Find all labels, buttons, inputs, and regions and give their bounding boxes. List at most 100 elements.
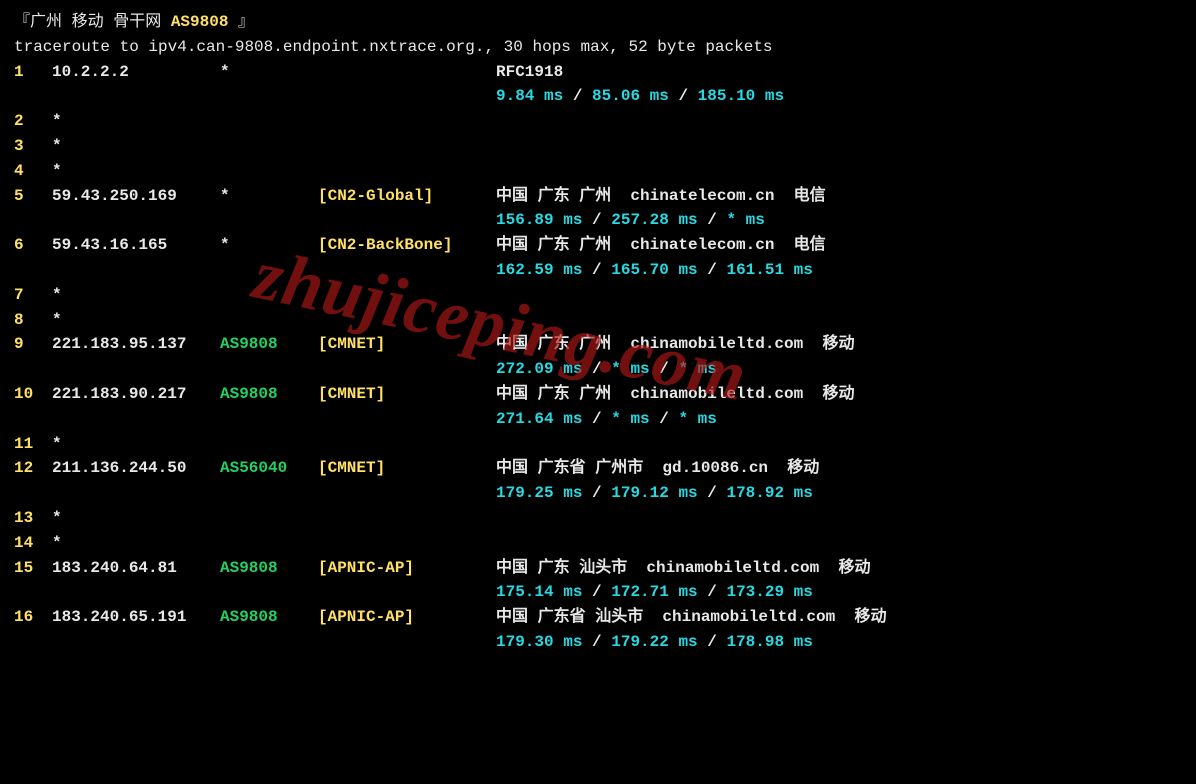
- hop-number: 12: [14, 456, 52, 481]
- hop-ip-star: *: [52, 435, 62, 453]
- hop-network: [APNIC-AP]: [318, 605, 496, 630]
- latency-separator: /: [563, 87, 592, 105]
- hop-latency: 257.28 ms: [611, 211, 697, 229]
- hop-row: 8*: [14, 308, 1182, 333]
- hop-location: RFC1918: [496, 63, 563, 81]
- hop-latency-line: 271.64 ms / * ms / * ms: [14, 407, 1182, 432]
- hop-ip: 59.43.250.169: [52, 184, 220, 209]
- traceroute-header: traceroute to ipv4.can-9808.endpoint.nxt…: [14, 35, 1182, 60]
- hop-location: 中国 广东 广州 chinatelecom.cn 电信: [496, 187, 826, 205]
- hop-line: 12211.136.244.50AS56040[CMNET]中国 广东省 广州市…: [14, 456, 1182, 481]
- hop-ip: 183.240.65.191: [52, 605, 220, 630]
- hop-latency-line: 162.59 ms / 165.70 ms / 161.51 ms: [14, 258, 1182, 283]
- hop-number: 9: [14, 332, 52, 357]
- hop-latency: 85.06 ms: [592, 87, 669, 105]
- hop-network: [CN2-Global]: [318, 184, 496, 209]
- latency-separator: /: [582, 261, 611, 279]
- hop-latency: 185.10 ms: [698, 87, 784, 105]
- hop-line: 14*: [14, 531, 1182, 556]
- hop-number: 11: [14, 432, 52, 457]
- hop-latency: * ms: [726, 211, 764, 229]
- hop-latency-line: 175.14 ms / 172.71 ms / 173.29 ms: [14, 580, 1182, 605]
- hop-row: 12211.136.244.50AS56040[CMNET]中国 广东省 广州市…: [14, 456, 1182, 506]
- hop-latency-line: 272.09 ms / * ms / * ms: [14, 357, 1182, 382]
- latency-separator: /: [698, 583, 727, 601]
- hop-number: 10: [14, 382, 52, 407]
- hop-row: 7*: [14, 283, 1182, 308]
- hop-number: 16: [14, 605, 52, 630]
- latency-separator: /: [582, 633, 611, 651]
- hop-asn: AS9808: [220, 556, 318, 581]
- hop-location: 中国 广东 广州 chinamobileltd.com 移动: [496, 385, 854, 403]
- hop-number: 6: [14, 233, 52, 258]
- hop-location: 中国 广东省 汕头市 chinamobileltd.com 移动: [496, 608, 886, 626]
- hop-location: 中国 广东省 广州市 gd.10086.cn 移动: [496, 459, 819, 477]
- latency-separator: /: [582, 484, 611, 502]
- hop-row: 110.2.2.2*RFC19189.84 ms / 85.06 ms / 18…: [14, 60, 1182, 110]
- hop-latency: 271.64 ms: [496, 410, 582, 428]
- hop-row: 4*: [14, 159, 1182, 184]
- latency-separator: /: [698, 633, 727, 651]
- hop-latency: 179.12 ms: [611, 484, 697, 502]
- hop-latency: 165.70 ms: [611, 261, 697, 279]
- hop-asn: AS56040: [220, 456, 318, 481]
- hop-location: 中国 广东 汕头市 chinamobileltd.com 移动: [496, 559, 870, 577]
- hop-ip: 221.183.95.137: [52, 332, 220, 357]
- hop-network: [CMNET]: [318, 382, 496, 407]
- hop-latency-line: 156.89 ms / 257.28 ms / * ms: [14, 208, 1182, 233]
- hop-latency-line: 9.84 ms / 85.06 ms / 185.10 ms: [14, 84, 1182, 109]
- hop-network: [CMNET]: [318, 332, 496, 357]
- hop-number: 14: [14, 531, 52, 556]
- hop-row: 559.43.250.169*[CN2-Global]中国 广东 广州 chin…: [14, 184, 1182, 234]
- hop-asn: *: [220, 184, 318, 209]
- title-close: 』: [228, 13, 254, 31]
- hop-row: 16183.240.65.191AS9808[APNIC-AP]中国 广东省 汕…: [14, 605, 1182, 655]
- hop-row: 14*: [14, 531, 1182, 556]
- hop-line: 559.43.250.169*[CN2-Global]中国 广东 广州 chin…: [14, 184, 1182, 209]
- title-asn: AS9808: [171, 13, 229, 31]
- hop-number: 4: [14, 159, 52, 184]
- hop-asn: *: [220, 60, 318, 85]
- hop-row: 659.43.16.165*[CN2-BackBone]中国 广东 广州 chi…: [14, 233, 1182, 283]
- hop-ip: 211.136.244.50: [52, 456, 220, 481]
- hop-latency: 272.09 ms: [496, 360, 582, 378]
- hop-line: 13*: [14, 506, 1182, 531]
- hop-number: 5: [14, 184, 52, 209]
- hop-number: 2: [14, 109, 52, 134]
- hop-ip-star: *: [52, 162, 62, 180]
- hop-ip: 59.43.16.165: [52, 233, 220, 258]
- hop-latency-line: 179.30 ms / 179.22 ms / 178.98 ms: [14, 630, 1182, 655]
- hop-latency: 179.25 ms: [496, 484, 582, 502]
- hop-latency: * ms: [678, 360, 716, 378]
- latency-separator: /: [582, 360, 611, 378]
- hop-number: 13: [14, 506, 52, 531]
- title-text: 广州 移动 骨干网: [30, 13, 171, 31]
- hop-number: 7: [14, 283, 52, 308]
- hop-line: 2*: [14, 109, 1182, 134]
- latency-separator: /: [669, 87, 698, 105]
- hop-line: 16183.240.65.191AS9808[APNIC-AP]中国 广东省 汕…: [14, 605, 1182, 630]
- hop-line: 11*: [14, 432, 1182, 457]
- hop-number: 3: [14, 134, 52, 159]
- latency-separator: /: [582, 583, 611, 601]
- hop-number: 8: [14, 308, 52, 333]
- hop-latency: 156.89 ms: [496, 211, 582, 229]
- hop-latency: * ms: [611, 360, 649, 378]
- latency-separator: /: [650, 410, 679, 428]
- latency-separator: /: [698, 211, 727, 229]
- hop-ip-star: *: [52, 137, 62, 155]
- hop-network: [CMNET]: [318, 456, 496, 481]
- hop-line: 15183.240.64.81AS9808[APNIC-AP]中国 广东 汕头市…: [14, 556, 1182, 581]
- hop-number: 15: [14, 556, 52, 581]
- hop-ip-star: *: [52, 509, 62, 527]
- latency-separator: /: [582, 410, 611, 428]
- latency-separator: /: [698, 484, 727, 502]
- hop-ip: 221.183.90.217: [52, 382, 220, 407]
- title-open: 『: [14, 13, 30, 31]
- hop-ip-star: *: [52, 534, 62, 552]
- hop-latency: 172.71 ms: [611, 583, 697, 601]
- hop-row: 11*: [14, 432, 1182, 457]
- hop-ip-star: *: [52, 112, 62, 130]
- hop-row: 3*: [14, 134, 1182, 159]
- hop-ip-star: *: [52, 286, 62, 304]
